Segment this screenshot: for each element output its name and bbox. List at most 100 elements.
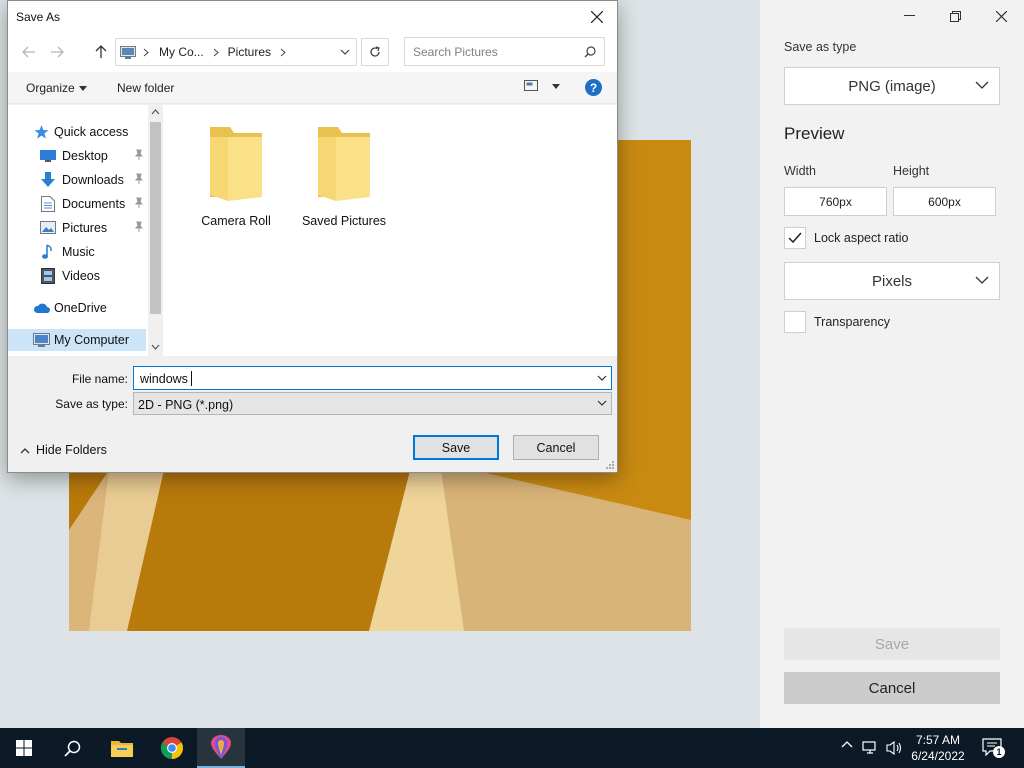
breadcrumb-my-computer[interactable]: My Co...: [159, 45, 204, 59]
network-icon[interactable]: [862, 740, 878, 756]
pin-icon: [134, 149, 144, 160]
address-dropdown-icon[interactable]: [340, 49, 350, 56]
nav-item-quick-access[interactable]: Quick access: [8, 121, 146, 143]
pin-icon: [134, 197, 144, 208]
panel-save-button[interactable]: Save: [784, 628, 1000, 660]
nav-item-onedrive[interactable]: OneDrive: [8, 297, 146, 319]
chevron-right-icon: [213, 48, 219, 56]
nav-item-pictures[interactable]: Pictures: [8, 217, 146, 239]
search-icon: [63, 740, 80, 757]
nav-item-desktop[interactable]: Desktop: [8, 145, 146, 167]
save-as-dialog: Save As My Co... Pictures Search Picture…: [7, 0, 618, 473]
close-icon: [995, 10, 1007, 22]
height-label: Height: [893, 164, 930, 178]
chevron-up-icon: [20, 447, 30, 453]
file-list-pane[interactable]: Camera Roll Saved Pictures: [163, 105, 617, 356]
monitor-icon: [32, 331, 50, 349]
save-as-type-select[interactable]: PNG (image): [784, 67, 1000, 105]
start-button[interactable]: [0, 728, 48, 768]
refresh-icon: [370, 46, 380, 57]
dialog-titlebar[interactable]: Save As: [8, 1, 617, 32]
address-bar[interactable]: My Co... Pictures: [115, 38, 357, 66]
forward-button[interactable]: [48, 43, 66, 61]
nav-label: My Computer: [54, 333, 130, 347]
nav-item-videos[interactable]: Videos: [8, 265, 146, 287]
window-close-button[interactable]: [978, 4, 1024, 28]
search-input[interactable]: [405, 38, 575, 65]
show-hidden-icons-icon[interactable]: [841, 740, 853, 748]
transparency-label: Transparency: [814, 315, 890, 329]
restore-button[interactable]: [932, 4, 978, 28]
minimize-icon: [903, 15, 915, 16]
svg-text:?: ?: [590, 81, 597, 95]
refresh-button[interactable]: [361, 38, 389, 66]
up-button[interactable]: [92, 43, 110, 61]
chevron-right-icon: [280, 48, 286, 56]
folder-camera-roll[interactable]: Camera Roll: [186, 109, 286, 228]
units-value: Pixels: [871, 272, 912, 290]
nav-label: Documents: [62, 197, 126, 211]
organize-button[interactable]: Organize: [26, 81, 87, 95]
nav-label: OneDrive: [54, 301, 107, 315]
folder-icon: [210, 127, 262, 201]
height-input[interactable]: 600px: [893, 187, 996, 216]
dialog-close-button[interactable]: [583, 5, 611, 29]
width-label: Width: [784, 164, 816, 178]
breadcrumb-pictures[interactable]: Pictures: [228, 45, 271, 59]
nav-item-downloads[interactable]: Downloads: [8, 169, 146, 191]
save-as-type-value: PNG (image): [848, 77, 936, 95]
checkmark-icon: [788, 232, 802, 244]
export-side-panel: Save as type PNG (image) Preview Width H…: [760, 0, 1024, 728]
chevron-down-icon: [597, 400, 607, 406]
file-name-value: windows: [140, 372, 188, 386]
preview-heading: Preview: [784, 124, 845, 143]
taskbar-paint-3d[interactable]: [197, 728, 245, 768]
scroll-up-arrow-icon[interactable]: [151, 109, 160, 115]
dialog-toolbar: Organize New folder ?: [8, 72, 617, 104]
volume-icon[interactable]: [886, 740, 904, 756]
file-name-input[interactable]: windows: [133, 366, 612, 390]
navigation-pane: Quick access Desktop Downloads Documents: [8, 105, 163, 356]
caret-down-icon: [552, 83, 560, 89]
view-options-button[interactable]: [524, 80, 560, 92]
hide-folders-toggle[interactable]: Hide Folders: [20, 443, 107, 457]
nav-item-my-computer[interactable]: My Computer: [8, 329, 146, 351]
folder-saved-pictures[interactable]: Saved Pictures: [294, 109, 394, 228]
document-icon: [39, 195, 57, 213]
scroll-down-arrow-icon[interactable]: [151, 344, 160, 350]
taskbar: 7:57 AM 6/24/2022 1: [0, 728, 1024, 768]
units-select[interactable]: Pixels: [784, 262, 1000, 300]
taskbar-chrome[interactable]: [148, 728, 196, 768]
nav-label: Pictures: [62, 221, 108, 235]
help-button[interactable]: ?: [585, 79, 602, 96]
panel-cancel-button[interactable]: Cancel: [784, 672, 1000, 704]
minimize-button[interactable]: [886, 4, 932, 28]
taskbar-search-button[interactable]: [48, 728, 96, 768]
nav-item-music[interactable]: Music: [8, 241, 146, 263]
dialog-save-button[interactable]: Save: [413, 435, 499, 460]
chevron-down-icon[interactable]: [597, 375, 607, 382]
lock-aspect-checkbox[interactable]: [784, 227, 806, 249]
notifications-button[interactable]: 1: [982, 738, 1005, 758]
width-input[interactable]: 760px: [784, 187, 887, 216]
text-caret: [191, 371, 192, 386]
cloud-icon: [32, 299, 50, 317]
dialog-navigation-bar: My Co... Pictures: [8, 32, 617, 72]
arrow-up-icon: [95, 45, 107, 58]
nav-scrollbar[interactable]: [148, 105, 163, 356]
save-type-select[interactable]: 2D - PNG (*.png): [133, 392, 612, 415]
transparency-checkbox[interactable]: [784, 311, 806, 333]
chrome-icon: [161, 737, 183, 759]
chevron-right-icon: [143, 48, 149, 56]
desktop-icon: [39, 147, 57, 165]
scrollbar-thumb[interactable]: [150, 122, 161, 314]
nav-item-documents[interactable]: Documents: [8, 193, 146, 215]
clock[interactable]: 7:57 AM 6/24/2022: [906, 732, 970, 764]
dialog-cancel-button[interactable]: Cancel: [513, 435, 599, 460]
taskbar-file-explorer[interactable]: [98, 728, 146, 768]
resize-grip-icon[interactable]: [605, 460, 615, 470]
start-icon: [16, 740, 32, 756]
new-folder-button[interactable]: New folder: [117, 81, 174, 95]
back-button[interactable]: [20, 43, 38, 61]
view-icon: [524, 80, 538, 91]
